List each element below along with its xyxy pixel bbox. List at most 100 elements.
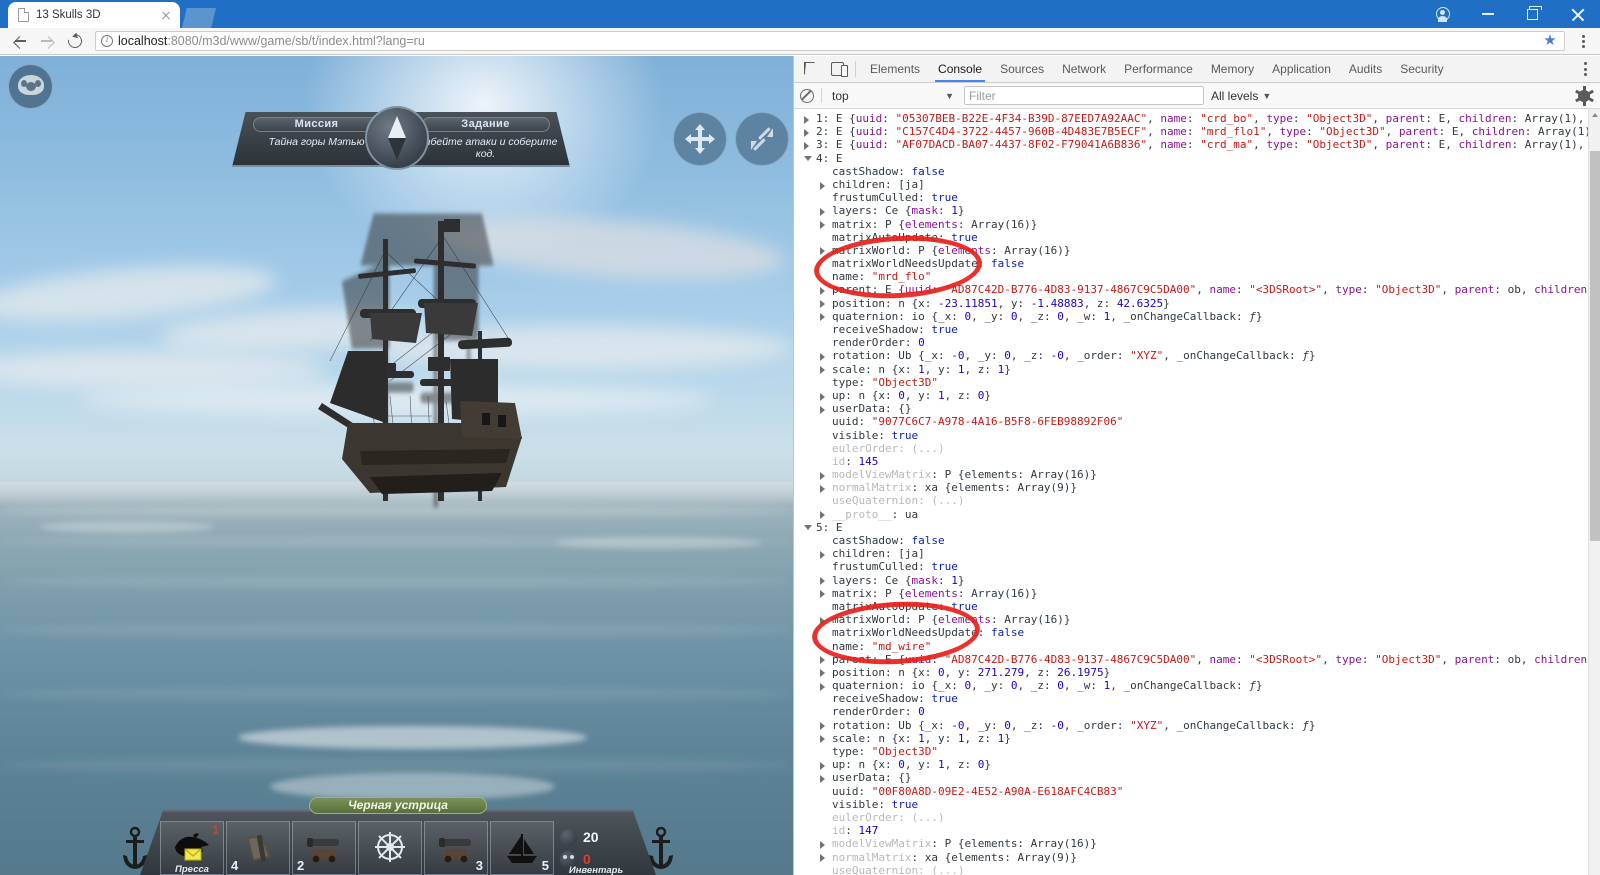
chevron-right-icon[interactable] [820,405,825,414]
inspect-element-button[interactable] [798,56,824,82]
console-line[interactable]: rotation: Ub {_x: -0, _y: 0, _z: -0, _or… [794,349,1600,362]
devtools-settings-button[interactable] [1574,85,1594,106]
browser-menu-button[interactable] [1572,34,1594,48]
slot-cannon-2[interactable]: 3 [424,821,488,875]
reload-button[interactable] [62,29,88,53]
console-line[interactable]: 5: E [794,521,1600,534]
chevron-right-icon[interactable] [820,722,825,731]
device-toolbar-button[interactable] [824,56,850,82]
console-line[interactable]: layers: Ce {mask: 1} [794,574,1600,587]
console-line[interactable]: renderOrder: 0 [794,705,1600,718]
console-line[interactable]: userData: {} [794,402,1600,415]
console-line[interactable]: matrixWorldNeedsUpdate: false [794,626,1600,639]
address-bar[interactable]: localhost:8080/m3d/www/game/sb/t/index.h… [95,31,1565,51]
console-line[interactable]: type: "Object3D" [794,745,1600,758]
chevron-right-icon[interactable] [820,590,825,599]
chevron-right-icon[interactable] [820,735,825,744]
move-control-button[interactable] [673,112,727,166]
console-line[interactable]: frustumCulled: true [794,560,1600,573]
console-line[interactable]: children: [ja] [794,547,1600,560]
console-line[interactable]: receiveShadow: true [794,323,1600,336]
console-line[interactable]: children: [ja] [794,178,1600,191]
chevron-right-icon[interactable] [820,656,825,665]
slot-wheel[interactable] [358,821,422,875]
console-line[interactable]: matrixAutoUpdate: true [794,600,1600,613]
console-line[interactable]: quaternion: io {_x: 0, _y: 0, _z: 0, _w:… [794,679,1600,692]
minimize-button[interactable] [1465,0,1510,28]
console-line[interactable]: name: "md_wire" [794,640,1600,653]
chevron-right-icon[interactable] [820,577,825,586]
console-line[interactable]: normalMatrix: xa {elements: Array(9)} [794,481,1600,494]
game-logo-button[interactable] [8,64,53,109]
scrollbar-thumb[interactable] [1590,151,1600,541]
console-line[interactable]: id: 147 [794,824,1600,837]
console-line[interactable]: type: "Object3D" [794,376,1600,389]
scroll-up-icon[interactable] [1592,113,1598,117]
chevron-right-icon[interactable] [820,550,825,559]
chevron-right-icon[interactable] [820,854,825,863]
chevron-right-icon[interactable] [820,616,825,625]
forward-button[interactable] [34,29,60,53]
tab-memory[interactable]: Memory [1202,56,1263,82]
chevron-right-icon[interactable] [820,471,825,480]
console-line[interactable]: matrixWorldNeedsUpdate: false [794,257,1600,270]
console-line[interactable]: visible: true [794,429,1600,442]
chevron-right-icon[interactable] [820,207,825,216]
chevron-right-icon[interactable] [804,115,809,124]
filter-input[interactable]: Filter [964,86,1204,105]
console-line[interactable]: id: 145 [794,455,1600,468]
console-line[interactable]: 2: E {uuid: "C157C4D4-3722-4457-960B-4D4… [794,125,1600,138]
console-line[interactable]: parent: E {uuid: "AD87C42D-B776-4D83-913… [794,283,1600,296]
tab-performance[interactable]: Performance [1115,56,1202,82]
tab-sources[interactable]: Sources [991,56,1053,82]
fullscreen-button[interactable] [735,112,789,166]
console-line[interactable]: scale: n {x: 1, y: 1, z: 1} [794,732,1600,745]
tab-application[interactable]: Application [1263,56,1340,82]
console-line[interactable]: 1: E {uuid: "05307BEB-B22E-4F34-B39D-87E… [794,112,1600,125]
tab-console[interactable]: Console [929,56,991,82]
pirate-ship-3d-model[interactable] [210,191,590,551]
console-line[interactable]: eulerOrder: (...) [794,442,1600,455]
chevron-right-icon[interactable] [820,511,825,520]
log-levels-selector[interactable]: All levels ▼ [1211,89,1271,103]
console-line[interactable]: name: "mrd_flo" [794,270,1600,283]
console-line[interactable]: parent: E {uuid: "AD87C42D-B776-4D83-913… [794,653,1600,666]
context-selector[interactable]: top ▼ [829,87,957,105]
console-line[interactable]: uuid: "00F80A8D-09E2-4E52-A90A-E618AFC4C… [794,785,1600,798]
compass-icon[interactable] [365,106,429,170]
bookmark-star-icon[interactable]: ★ [1542,33,1558,49]
console-line[interactable]: __proto__: ua [794,508,1600,521]
chevron-right-icon[interactable] [804,141,809,150]
chevron-right-icon[interactable] [820,247,825,256]
console-line[interactable]: normalMatrix: xa {elements: Array(9)} [794,851,1600,864]
info-icon[interactable] [101,34,113,47]
console-line[interactable]: matrix: P {elements: Array(16)} [794,218,1600,231]
console-line[interactable]: frustumCulled: true [794,191,1600,204]
devtools-more-button[interactable] [1574,56,1596,82]
console-line[interactable]: userData: {} [794,771,1600,784]
console-scrollbar[interactable] [1588,109,1600,875]
console-line[interactable]: matrixAutoUpdate: true [794,231,1600,244]
chevron-right-icon[interactable] [820,484,825,493]
console-line[interactable]: receiveShadow: true [794,692,1600,705]
slot-press[interactable]: 1 Пресса [160,821,224,875]
tab-security[interactable]: Security [1391,56,1452,82]
console-line[interactable]: rotation: Ub {_x: -0, _y: 0, _z: -0, _or… [794,719,1600,732]
slot-ship[interactable]: 5 [490,821,554,875]
console-line[interactable]: renderOrder: 0 [794,336,1600,349]
console-line[interactable]: position: n {x: 0, y: 271.279, z: 26.197… [794,666,1600,679]
chevron-right-icon[interactable] [820,366,825,375]
chevron-right-icon[interactable] [820,840,825,849]
console-line[interactable]: modelViewMatrix: P {elements: Array(16)} [794,468,1600,481]
chevron-right-icon[interactable] [820,300,825,309]
console-line[interactable]: matrixWorld: P {elements: Array(16)} [794,613,1600,626]
back-button[interactable] [6,29,32,53]
tab-network[interactable]: Network [1053,56,1115,82]
tab-elements[interactable]: Elements [861,56,929,82]
console-line[interactable]: eulerOrder: (...) [794,811,1600,824]
chevron-right-icon[interactable] [820,221,825,230]
console-line[interactable]: quaternion: io {_x: 0, _y: 0, _z: 0, _w:… [794,310,1600,323]
chevron-right-icon[interactable] [820,313,825,322]
chevron-right-icon[interactable] [804,128,809,137]
console-line[interactable]: 4: E [794,152,1600,165]
